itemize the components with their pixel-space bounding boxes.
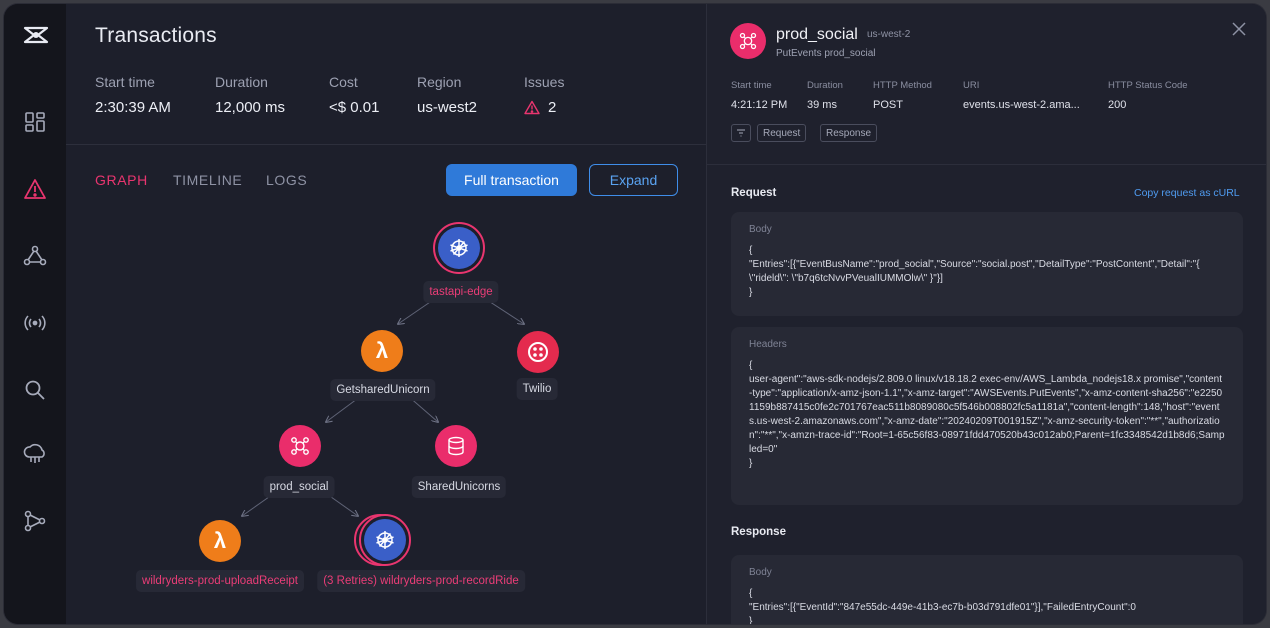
resource-name: prod_social: [776, 26, 858, 43]
request-body: { "Entries":[{"EventBusName":"prod_socia…: [749, 245, 1200, 298]
meta-duration: Duration 39 ms: [807, 80, 843, 111]
node-tastapi-edge[interactable]: [433, 222, 485, 274]
resource-subtitle: PutEvents prod_social: [776, 48, 876, 59]
eventbridge-icon: [730, 23, 766, 59]
graph-nodes-icon[interactable]: [21, 242, 49, 270]
node-label[interactable]: SharedUnicorns: [411, 476, 507, 498]
meta-uri: URI events.us-west-2.ama...: [963, 80, 1080, 111]
cloud-icon[interactable]: [21, 440, 49, 468]
node-label[interactable]: (3 Retries) wildryders-prod-recordRide: [317, 570, 525, 592]
meta-http-method: HTTP Method POST: [873, 80, 932, 111]
node-label[interactable]: tastapi-edge: [423, 281, 499, 303]
filter-icon[interactable]: [731, 124, 751, 142]
eventbridge-icon: [291, 437, 309, 455]
request-body-card: Body { "Entries":[{"EventBusName":"prod_…: [731, 212, 1243, 316]
meta-http-status: HTTP Status Code 200: [1108, 80, 1188, 111]
transactions-panel: Transactions Start time 2:30:39 AM Durat…: [66, 4, 706, 624]
logo-icon[interactable]: [23, 26, 49, 44]
close-icon[interactable]: [1231, 21, 1247, 37]
share-icon[interactable]: [21, 507, 49, 535]
sidebar: [4, 4, 66, 624]
app-window: Transactions Start time 2:30:39 AM Durat…: [4, 4, 1266, 624]
detail-panel: prod_social us-west-2 PutEvents prod_soc…: [706, 4, 1266, 624]
lambda-icon: λ: [375, 338, 389, 363]
dynamodb-icon: [448, 436, 464, 456]
meta-start-time: Start time 4:21:12 PM: [731, 80, 788, 111]
node-wildryders-uploadreceipt[interactable]: λ: [199, 520, 241, 562]
response-section-title: Response: [731, 526, 786, 538]
lambda-icon: λ: [213, 528, 227, 553]
kubernetes-icon: [364, 519, 406, 561]
resource-region: us-west-2: [867, 29, 911, 40]
divider: [707, 164, 1266, 165]
node-sharedunicorns[interactable]: [435, 425, 477, 467]
node-label[interactable]: Twilio: [516, 378, 558, 400]
broadcast-icon[interactable]: [21, 309, 49, 337]
chip-response[interactable]: Response: [820, 124, 878, 142]
request-section-title: Request: [731, 187, 777, 199]
response-body: { "Entries":[{"EventId":"847e55dc-449e-4…: [749, 588, 1136, 624]
request-headers: { user-agent":"aws-sdk-nodejs/2.809.0 li…: [749, 360, 1225, 469]
node-getsharedunicorn[interactable]: λ: [361, 330, 403, 372]
search-icon[interactable]: [21, 376, 49, 404]
node-label[interactable]: wildryders-prod-uploadReceipt: [136, 570, 304, 592]
node-twilio[interactable]: [517, 331, 559, 373]
node-prod-social[interactable]: [279, 425, 321, 467]
node-wildryders-recordride[interactable]: [359, 514, 411, 566]
transaction-graph: tastapi-edge λ GetsharedUnicorn Twilio p…: [66, 4, 706, 624]
node-label[interactable]: GetsharedUnicorn: [330, 379, 436, 401]
request-headers-card: Headers { user-agent":"aws-sdk-nodejs/2.…: [731, 327, 1243, 505]
node-label[interactable]: prod_social: [263, 476, 335, 498]
response-body-card: Body { "Entries":[{"EventId":"847e55dc-4…: [731, 555, 1243, 624]
twilio-icon: [528, 342, 548, 362]
copy-curl-link[interactable]: Copy request as cURL: [1134, 187, 1240, 199]
chip-request[interactable]: Request: [757, 124, 807, 142]
dashboard-icon[interactable]: [21, 108, 49, 136]
alert-icon[interactable]: [21, 175, 49, 203]
kubernetes-icon: [438, 227, 480, 269]
